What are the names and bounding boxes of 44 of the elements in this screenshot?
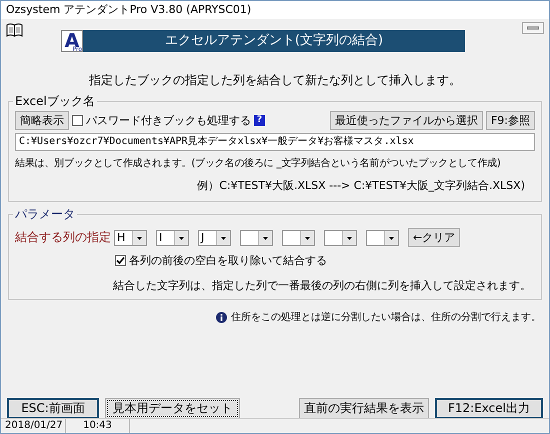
column-dropdown[interactable] xyxy=(366,230,399,246)
book-icon xyxy=(6,23,23,37)
column-dropdown[interactable]: I xyxy=(156,230,189,246)
footer-button[interactable]: 直前の実行結果を表示 xyxy=(299,398,429,419)
column-dropdown[interactable] xyxy=(324,230,357,246)
checkbox[interactable] xyxy=(115,255,126,266)
screen-title: エクセルアテンダント(文字列の結合) xyxy=(83,30,465,52)
dropdown-arrow-icon xyxy=(300,230,314,244)
clear-button[interactable]: ←クリア xyxy=(408,228,460,247)
footer-button[interactable]: ESC:前画面 xyxy=(7,398,99,419)
column-dropdown[interactable] xyxy=(240,230,273,246)
file-path-field[interactable]: C:¥Users¥ozcr7¥Documents¥APR見本データxlsx¥一般データ¥お客様マスタ.xlsx xyxy=(15,133,535,151)
info-text: 住所をこの処理とは逆に分割したい場合は、住所の分割で行えます。 xyxy=(231,310,541,324)
status-date: 2018/01/27 xyxy=(1,419,66,433)
dropdown-arrow-icon xyxy=(258,230,272,244)
parameter-note: 結合した文字列は、指定した列で一番最後の列の右側に列を挿入して設定されます。 xyxy=(112,278,531,293)
footer-button[interactable]: 見本用データをセット xyxy=(105,398,240,419)
column-dropdown[interactable]: H xyxy=(114,230,147,246)
status-time: 10:43 xyxy=(66,419,130,433)
group-legend: Excelブック名 xyxy=(13,94,97,108)
footer-button[interactable]: F12:Excel出力 xyxy=(435,398,543,419)
result-note: 結果は、別ブックとして作成されます。(ブック名の後ろに _文字列結合という名前がついたブックとして作成) xyxy=(15,156,501,170)
checkbox[interactable] xyxy=(72,115,83,126)
info-icon xyxy=(216,312,227,322)
checkbox-label: パスワード付きブックも処理する xyxy=(86,113,251,128)
checkbox-label: 各列の前後の空白を取り除いて結合する xyxy=(129,253,327,268)
window-title: Ozsystem アテンダントPro V3.80 (APRYSC01) xyxy=(6,2,252,18)
dropdown-arrow-icon xyxy=(216,230,230,244)
dropdown-arrow-icon xyxy=(384,230,398,244)
columns-label: 結合する列の指定 xyxy=(15,229,111,246)
dropdown-arrow-icon xyxy=(174,230,188,244)
example-text: 例）C:¥TEST¥大阪.XLSX ---> C:¥TEST¥大阪_文字列結合.XLSX) xyxy=(196,178,525,193)
column-dropdown[interactable]: J xyxy=(198,230,231,246)
help-button[interactable]: ? xyxy=(254,115,265,126)
browse-button[interactable]: F9:参照 xyxy=(486,111,535,130)
recent-files-button[interactable]: 最近使ったファイルから選択 xyxy=(330,111,483,130)
dropdown-arrow-icon xyxy=(132,230,146,244)
column-dropdown[interactable] xyxy=(282,230,315,246)
dropdown-arrow-icon xyxy=(342,230,356,244)
dash-icon xyxy=(527,26,539,30)
group-legend: パラメータ xyxy=(13,207,77,221)
description-text: 指定したブックの指定した列を結合して新たな列として挿入します。 xyxy=(88,72,462,89)
compact-view-button[interactable]: 簡略表示 xyxy=(15,111,69,130)
minimize-button[interactable] xyxy=(522,22,544,34)
